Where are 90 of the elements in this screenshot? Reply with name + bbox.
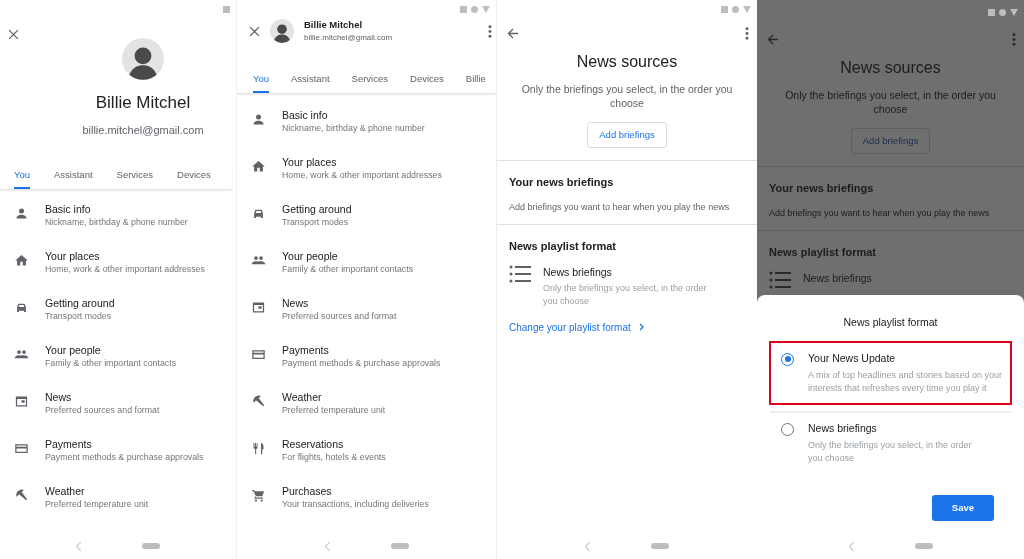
back-arrow-icon[interactable] — [767, 33, 779, 45]
option-description: A mix of top headlines and stories based on your interests that refreshes every time you play it — [808, 368, 1004, 395]
list-icon — [509, 264, 531, 283]
profile-email: billie.mitchel@gmail.com — [304, 32, 394, 45]
newspaper-icon — [14, 394, 29, 410]
person-icon — [251, 112, 266, 128]
tab[interactable]: Assistant — [291, 66, 330, 94]
tab[interactable]: Billie — [465, 66, 486, 94]
list-item[interactable]: Weather Preferred temperature unit — [237, 390, 496, 438]
circle-status-icon — [999, 8, 1006, 16]
home-pill[interactable] — [142, 543, 160, 549]
list-item[interactable]: Getting around Transport modes — [0, 296, 236, 344]
option-description: Only the briefings you select, in the order you choose — [808, 438, 973, 465]
circle-status-icon — [732, 5, 739, 13]
option-title: Your News Update — [808, 350, 897, 365]
option-title: News briefings — [808, 420, 878, 435]
home-pill[interactable] — [390, 543, 409, 549]
tab[interactable]: Assistant — [54, 162, 93, 190]
home-pill[interactable] — [651, 543, 669, 549]
section-heading: Your news briefings — [509, 175, 615, 191]
triangle-status-icon — [1010, 8, 1018, 16]
more-icon[interactable] — [488, 24, 492, 38]
add-briefings-button[interactable]: Add briefings — [587, 122, 667, 149]
person-icon — [14, 206, 29, 222]
page-title: News sources — [576, 52, 678, 72]
avatar — [270, 19, 294, 43]
back-nav-icon[interactable] — [848, 541, 855, 551]
list-icon — [769, 270, 791, 289]
profile-name: Billie Mitchel — [304, 17, 364, 32]
sheet-title: News playlist format — [842, 315, 939, 330]
format-title: News briefings — [803, 270, 872, 285]
more-icon[interactable] — [1012, 32, 1016, 46]
list-item[interactable]: Getting around Transport modes — [237, 202, 496, 250]
close-icon[interactable] — [8, 29, 19, 41]
back-nav-icon[interactable] — [585, 541, 591, 551]
tab[interactable]: You — [253, 66, 270, 94]
list-item[interactable]: Reservations For flights, hotels & events — [237, 437, 496, 485]
list-item[interactable]: News Preferred sources and format — [237, 296, 496, 344]
home-pill[interactable] — [914, 543, 933, 549]
tab[interactable]: Services — [116, 162, 153, 190]
format-title: News briefings — [543, 264, 613, 279]
list-item[interactable]: Your places Home, work & other important addresses — [237, 155, 496, 203]
tab[interactable]: Devices — [177, 162, 211, 190]
profile-email: billie.mitchel@gmail.com — [82, 122, 204, 138]
back-nav-icon[interactable] — [76, 541, 82, 551]
section-heading: News playlist format — [509, 239, 617, 255]
list-item[interactable]: Basic info Nickname, birthday & phone number — [0, 202, 236, 250]
list-item[interactable]: Payments Payment methods & purchase approvals — [237, 343, 496, 391]
list-item[interactable]: Weather Preferred temperature unit — [0, 484, 236, 532]
radio-option[interactable]: Your News Update A mix of top headlines and stories based on your interests that refreshes every time you play it — [769, 340, 1012, 405]
page-subtitle: Only the briefings you select, in the order you choose — [520, 82, 734, 110]
triangle-status-icon — [743, 5, 751, 13]
newspaper-icon — [251, 300, 266, 316]
format-description: Only the briefings you select, in the order you choose — [543, 281, 708, 308]
circle-status-icon — [471, 5, 478, 13]
list-item[interactable]: Payments Payment methods & purchase approvals — [0, 437, 236, 485]
cart-icon — [251, 488, 266, 504]
list-item[interactable]: Your people Family & other important contacts — [237, 249, 496, 297]
back-arrow-icon[interactable] — [507, 27, 519, 39]
list-item[interactable]: Your people Family & other important contacts — [0, 343, 236, 391]
square-status-icon — [460, 5, 467, 13]
home-icon — [14, 253, 29, 269]
section-heading: Your news briefings — [769, 181, 875, 197]
tab[interactable]: Devices — [410, 66, 444, 94]
section-heading: News playlist format — [769, 245, 877, 261]
change-format-link[interactable]: Change your playlist format — [509, 319, 631, 335]
square-status-icon — [721, 5, 728, 13]
list-item[interactable]: News Preferred sources and format — [0, 390, 236, 438]
radio-option[interactable]: News briefings Only the briefings you select, in the order you choose — [769, 410, 1012, 475]
page-subtitle: Only the briefings you select, in the order you choose — [784, 88, 997, 116]
more-icon[interactable] — [745, 26, 749, 40]
avatar — [122, 38, 164, 80]
tab[interactable]: Services — [351, 66, 388, 94]
fork-knife-icon — [251, 441, 266, 457]
close-icon[interactable] — [249, 25, 260, 37]
profile-name: Billie Mitchel — [95, 92, 191, 114]
list-item[interactable]: Purchases Your transactions, including deliveries — [237, 484, 496, 532]
page-title: News sources — [840, 58, 941, 78]
triangle-status-icon — [482, 5, 490, 13]
section-text: Add briefings you want to hear when you play the news — [509, 200, 731, 214]
tab[interactable]: You — [14, 162, 31, 190]
back-nav-icon[interactable] — [324, 541, 331, 551]
save-button[interactable]: Save — [931, 494, 994, 521]
list-item[interactable]: Basic info Nickname, birthday & phone number — [237, 108, 496, 156]
home-icon — [251, 159, 266, 175]
chevron-right-icon[interactable] — [638, 323, 644, 332]
section-text: Add briefings you want to hear when you play the news — [769, 206, 991, 220]
square-status-icon — [223, 5, 230, 13]
square-status-icon — [988, 8, 995, 16]
list-item[interactable]: Your places Home, work & other important addresses — [0, 249, 236, 297]
